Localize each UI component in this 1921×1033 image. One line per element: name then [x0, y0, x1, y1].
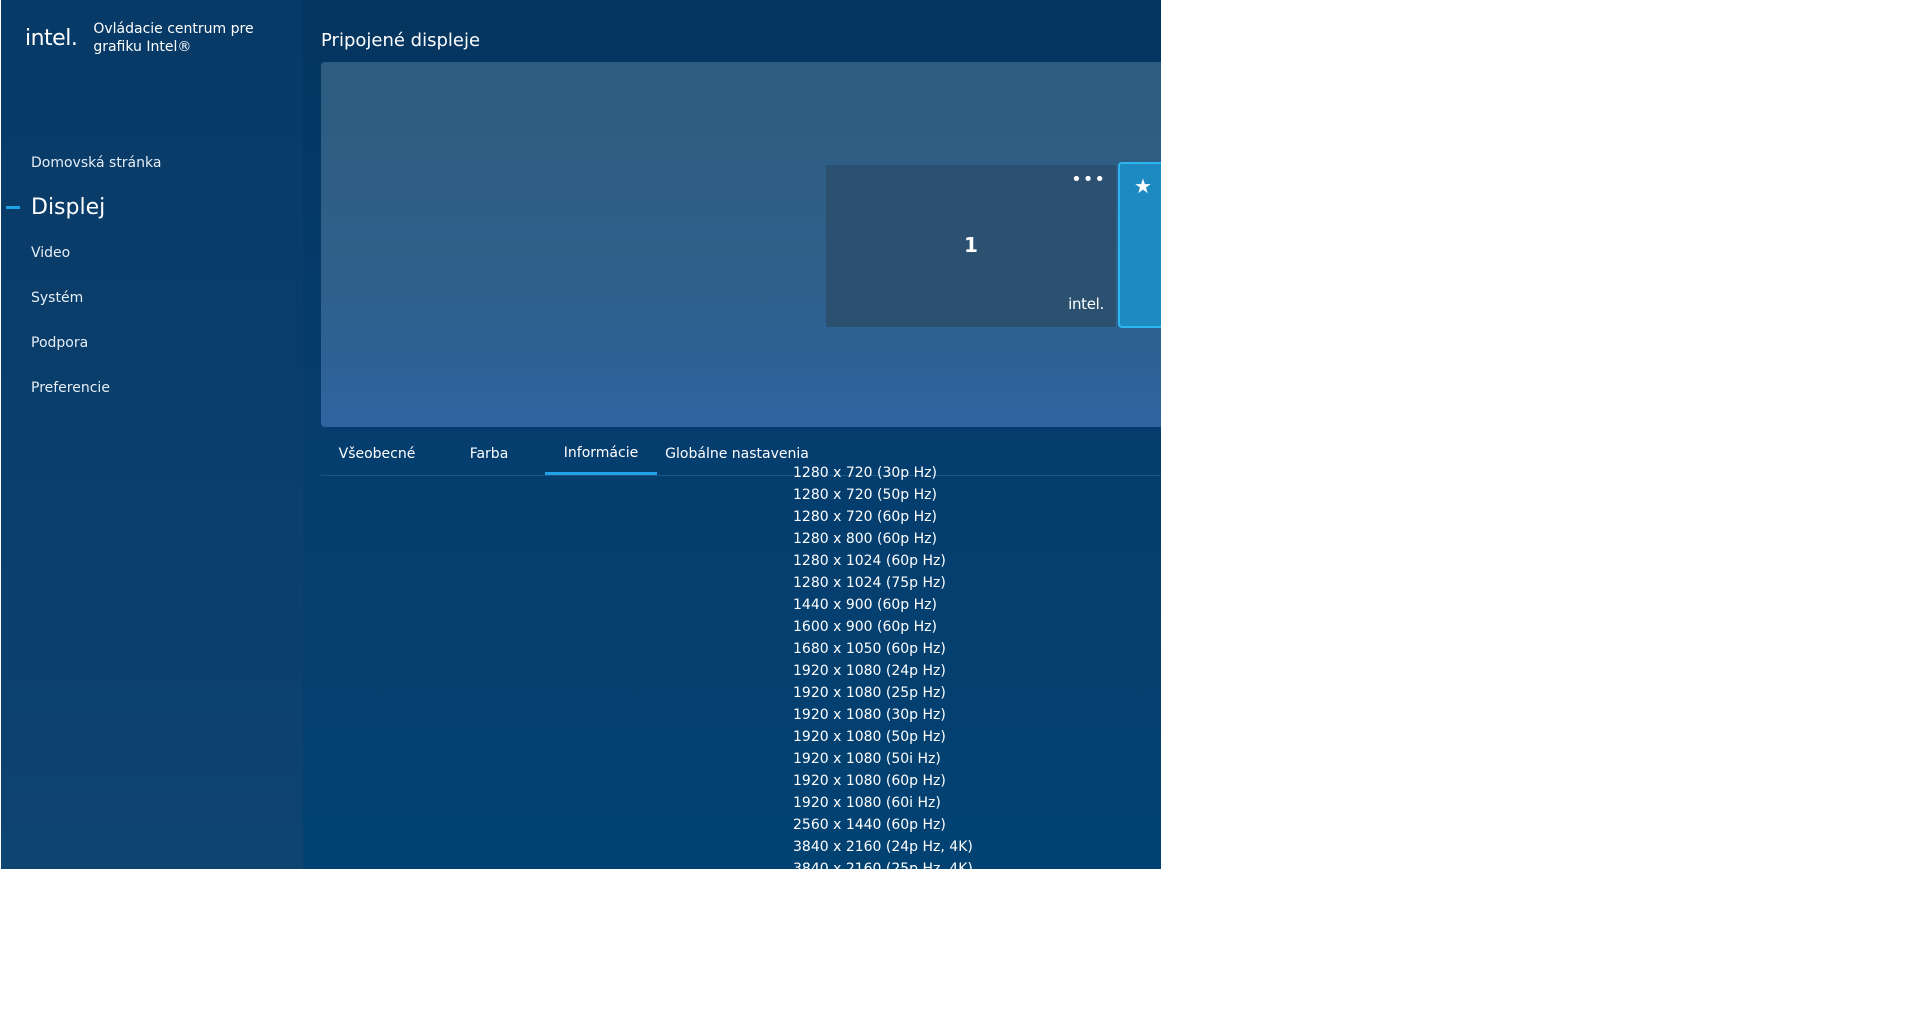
- sidebar-item-label: Systém: [31, 289, 84, 306]
- list-item: 1920 x 1080 (60i Hz): [793, 795, 941, 811]
- tab-color[interactable]: Farba: [433, 433, 545, 475]
- list-item: 1600 x 900 (60p Hz): [793, 619, 937, 635]
- list-item: 1680 x 1050 (60p Hz): [793, 641, 946, 657]
- sidebar-item-support[interactable]: Podpora: [1, 320, 303, 365]
- intel-logo: intel.: [25, 26, 78, 51]
- page-title: Pripojené displeje: [321, 30, 481, 51]
- list-item: 1280 x 1024 (60p Hz): [793, 553, 946, 569]
- primary-display-tab[interactable]: ★: [1118, 162, 1161, 328]
- sidebar-item-label: Video: [31, 244, 71, 261]
- intel-logo: intel.: [1068, 295, 1104, 313]
- list-item: 1920 x 1080 (50p Hz): [793, 729, 946, 745]
- supported-resolutions-list[interactable]: 1280 x 720 (30p Hz) 1280 x 720 (50p Hz) …: [793, 462, 1093, 869]
- main-content: Pripojené displeje ••• 1 intel. ★ Všeobe…: [303, 0, 1161, 869]
- list-item: 1440 x 900 (60p Hz): [793, 597, 937, 613]
- tab-general[interactable]: Všeobecné: [321, 433, 433, 475]
- app-title: Ovládacie centrum pre grafiku Intel®: [93, 21, 254, 55]
- list-item: 1280 x 800 (60p Hz): [793, 531, 937, 547]
- sidebar-item-label: Preferencie: [31, 379, 110, 396]
- tab-information[interactable]: Informácie: [545, 433, 657, 475]
- tab-label: Globálne nastavenia: [665, 446, 809, 462]
- monitor-card[interactable]: ••• 1 intel.: [826, 165, 1116, 327]
- star-icon: ★: [1134, 174, 1152, 198]
- list-item: 1280 x 720 (50p Hz): [793, 487, 937, 503]
- sidebar-item-label: Displej: [31, 195, 106, 220]
- sidebar-item-system[interactable]: Systém: [1, 275, 303, 320]
- monitor-number: 1: [964, 233, 978, 257]
- tab-label: Všeobecné: [338, 446, 416, 462]
- sidebar: intel. Ovládacie centrum pre grafiku Int…: [1, 0, 303, 869]
- list-item: 3840 x 2160 (25p Hz, 4K): [793, 861, 973, 869]
- sidebar-item-label: Domovská stránka: [31, 154, 162, 171]
- more-options-icon[interactable]: •••: [1071, 169, 1106, 190]
- active-indicator: [6, 206, 20, 209]
- list-item: 1280 x 1024 (75p Hz): [793, 575, 946, 591]
- tab-label: Informácie: [563, 444, 639, 461]
- display-arrangement-canvas: ••• 1 intel. ★: [321, 62, 1161, 427]
- list-item: 2560 x 1440 (60p Hz): [793, 817, 946, 833]
- list-item: 1920 x 1080 (25p Hz): [793, 685, 946, 701]
- brand: intel. Ovládacie centrum pre grafiku Int…: [25, 20, 293, 56]
- sidebar-item-label: Podpora: [31, 334, 89, 351]
- list-item: 1280 x 720 (30p Hz): [793, 465, 937, 481]
- list-item: 1920 x 1080 (50i Hz): [793, 751, 941, 767]
- intel-graphics-command-center: intel. Ovládacie centrum pre grafiku Int…: [1, 0, 1161, 869]
- list-item: 1920 x 1080 (30p Hz): [793, 707, 946, 723]
- sidebar-item-video[interactable]: Video: [1, 230, 303, 275]
- list-item: 1920 x 1080 (24p Hz): [793, 663, 946, 679]
- tab-label: Farba: [469, 446, 509, 462]
- sidebar-item-home[interactable]: Domovská stránka: [1, 140, 303, 185]
- list-item: 3840 x 2160 (24p Hz, 4K): [793, 839, 973, 855]
- sidebar-item-display[interactable]: Displej: [1, 185, 303, 230]
- list-item: 1920 x 1080 (60p Hz): [793, 773, 946, 789]
- sidebar-nav: Domovská stránka Displej Video Systém Po…: [1, 140, 303, 410]
- list-item: 1280 x 720 (60p Hz): [793, 509, 937, 525]
- sidebar-item-preferences[interactable]: Preferencie: [1, 365, 303, 410]
